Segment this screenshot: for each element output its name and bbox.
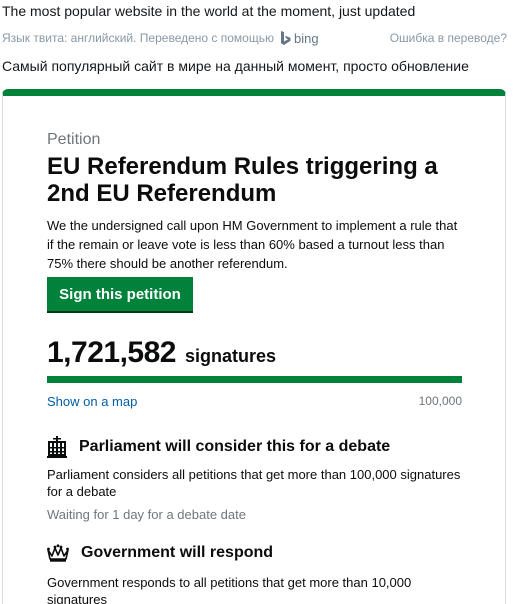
- petition-label: Petition: [47, 131, 101, 148]
- parliament-portcullis-icon: [47, 436, 67, 458]
- signature-progress-bar: [47, 376, 462, 383]
- bing-label: bing: [293, 30, 319, 46]
- bing-link[interactable]: bing: [280, 30, 319, 46]
- petition-description: We the undersigned call upon HM Governme…: [47, 218, 458, 271]
- bing-logo-icon: [280, 30, 291, 45]
- show-on-map-link[interactable]: Show on a map: [47, 394, 137, 409]
- debate-section-body: Parliament considers all petitions that …: [47, 467, 461, 499]
- translation-bar: Язык твита: английский. Переведено с пом…: [2, 29, 507, 47]
- signature-count: 1,721,582: [47, 336, 176, 369]
- debate-section-title: Parliament will consider this for a deba…: [79, 438, 391, 455]
- tweet-text: The most popular website in the world at…: [2, 3, 416, 19]
- signature-target: 100,000: [418, 394, 462, 408]
- petition-title: EU Referendum Rules triggering a 2nd EU …: [47, 153, 438, 207]
- response-section-body: Government responds to all petitions tha…: [47, 575, 412, 604]
- debate-section-header: Parliament will consider this for a deba…: [47, 436, 390, 458]
- response-section-title: Government will respond: [81, 544, 274, 561]
- translation-error-link[interactable]: Ошибка в переводе?: [390, 31, 507, 45]
- petition-card[interactable]: Petition EU Referendum Rules triggering …: [2, 89, 506, 604]
- signatures-label: signatures: [184, 346, 276, 366]
- response-section-header: Government will respond: [47, 544, 273, 562]
- translated-tweet-text: Самый популярный сайт в мире на данный м…: [2, 58, 469, 74]
- signature-progress-fill: [47, 376, 462, 383]
- crown-icon: [47, 544, 69, 562]
- debate-status-note: Waiting for 1 day for a debate date: [47, 507, 246, 522]
- translation-label: Язык твита: английский. Переведено с пом…: [2, 31, 274, 45]
- signature-count-row: 1,721,582 signatures: [47, 336, 276, 370]
- sign-petition-button[interactable]: Sign this petition: [47, 277, 193, 311]
